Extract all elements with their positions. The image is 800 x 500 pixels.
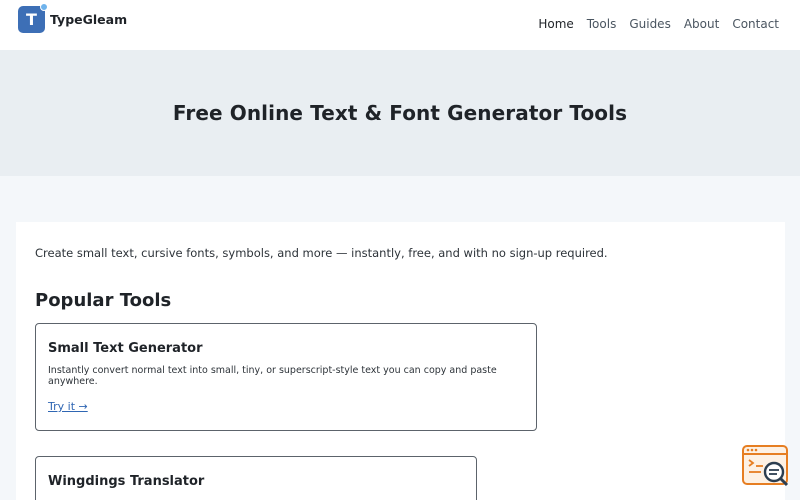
logo-dot (40, 3, 48, 11)
nav-guides[interactable]: Guides (629, 17, 671, 31)
code-search-icon (742, 445, 789, 487)
logo-letter: T (26, 10, 37, 29)
try-it-link[interactable]: Try it → (48, 400, 88, 413)
logo-icon: T (18, 3, 48, 33)
tool-title: Small Text Generator (48, 341, 203, 356)
tool-description: Instantly convert normal text into small… (48, 365, 497, 387)
code-search-widget[interactable] (741, 444, 791, 488)
nav-tools[interactable]: Tools (587, 17, 617, 31)
tool-card-small-text: Small Text Generator Instantly convert n… (35, 323, 537, 431)
brand-name: TypeGleam (50, 12, 128, 27)
intro-text: Create small text, cursive fonts, symbol… (35, 246, 608, 260)
tool-card-wingdings: Wingdings Translator (35, 456, 477, 500)
hero-banner: Free Online Text & Font Generator Tools (0, 50, 800, 176)
site-header: T TypeGleam Home Tools Guides About Cont… (0, 0, 800, 50)
nav-home[interactable]: Home (538, 17, 573, 31)
section-title: Popular Tools (35, 290, 172, 311)
page-title: Free Online Text & Font Generator Tools (172, 101, 628, 125)
main-nav: Home Tools Guides About Contact (538, 17, 779, 31)
nav-about[interactable]: About (684, 17, 719, 31)
tool-title: Wingdings Translator (48, 474, 205, 489)
nav-contact[interactable]: Contact (732, 17, 779, 31)
site-logo[interactable]: T TypeGleam (18, 3, 128, 33)
